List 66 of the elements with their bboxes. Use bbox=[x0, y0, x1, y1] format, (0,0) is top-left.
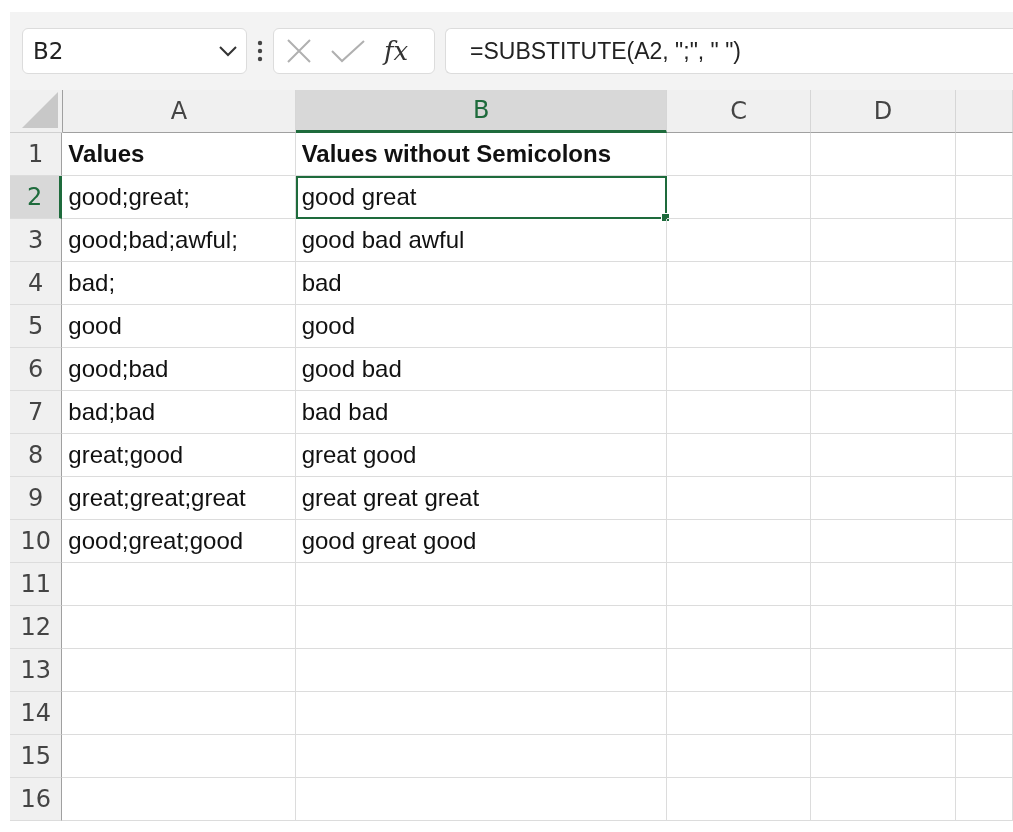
empty-cell bbox=[955, 262, 1013, 305]
formula-field[interactable]: =SUBSTITUTE(A2, ";", " ") bbox=[445, 28, 1013, 74]
table-cell: good;bad;awful; bbox=[62, 219, 296, 262]
empty-cell bbox=[955, 434, 1013, 477]
column-header[interactable]: D bbox=[811, 90, 956, 133]
row-header[interactable]: 15 bbox=[10, 735, 63, 778]
table-cell: great good bbox=[295, 434, 667, 477]
table-cell: great great great bbox=[295, 477, 667, 520]
table-cell: bad; bbox=[62, 262, 296, 305]
row-header[interactable]: 7 bbox=[10, 391, 63, 434]
row-header[interactable]: 11 bbox=[10, 563, 63, 606]
table-cell: Values bbox=[62, 133, 296, 176]
insert-function-button[interactable]: fx bbox=[384, 36, 409, 66]
empty-cell bbox=[955, 735, 1013, 778]
empty-cell bbox=[955, 692, 1013, 735]
row-header[interactable]: 9 bbox=[10, 477, 63, 520]
empty-cell bbox=[955, 563, 1013, 606]
row-header[interactable]: 14 bbox=[10, 692, 63, 735]
empty-cell bbox=[955, 606, 1013, 649]
table-cell: great;great;great bbox=[62, 477, 296, 520]
empty-cell bbox=[955, 477, 1013, 520]
empty-cell bbox=[955, 219, 1013, 262]
empty-cell bbox=[955, 778, 1013, 821]
row-header[interactable]: 10 bbox=[10, 520, 63, 563]
select-all-button[interactable] bbox=[10, 90, 63, 133]
column-header[interactable]: C bbox=[667, 90, 812, 133]
row-header[interactable]: 1 bbox=[10, 133, 63, 176]
checkmark-icon[interactable] bbox=[330, 39, 366, 63]
name-box[interactable]: B2 bbox=[22, 28, 247, 74]
column-header[interactable]: A bbox=[62, 90, 297, 133]
table-cell: good;bad bbox=[62, 348, 296, 391]
cancel-icon[interactable] bbox=[286, 38, 312, 64]
column-header[interactable]: B bbox=[296, 90, 668, 133]
row-header[interactable]: 5 bbox=[10, 305, 63, 348]
row-header[interactable]: 13 bbox=[10, 649, 63, 692]
chevron-down-icon bbox=[218, 45, 238, 57]
empty-cell bbox=[955, 391, 1013, 434]
column-header[interactable] bbox=[955, 90, 1013, 133]
row-header[interactable]: 8 bbox=[10, 434, 63, 477]
table-cell: great;good bbox=[62, 434, 296, 477]
table-cell: Values without Semicolons bbox=[295, 133, 667, 176]
table-cell: good bad bbox=[295, 348, 667, 391]
table-cell: good bad awful bbox=[295, 219, 667, 262]
empty-cell bbox=[955, 305, 1013, 348]
row-header[interactable]: 6 bbox=[10, 348, 63, 391]
empty-cell bbox=[955, 520, 1013, 563]
empty-cell bbox=[955, 133, 1013, 176]
table-cell: good bbox=[62, 305, 296, 348]
empty-cell bbox=[955, 649, 1013, 692]
row-header[interactable]: 3 bbox=[10, 219, 63, 262]
empty-cell bbox=[955, 348, 1013, 391]
table-cell: good bbox=[295, 305, 667, 348]
table-cell: bad bad bbox=[295, 391, 667, 434]
table-cell: good great good bbox=[295, 520, 667, 563]
table-cell: bad;bad bbox=[62, 391, 296, 434]
row-header[interactable]: 2 bbox=[10, 176, 63, 219]
more-icon[interactable] bbox=[257, 39, 263, 63]
row-header[interactable]: 4 bbox=[10, 262, 63, 305]
table-cell: good great bbox=[295, 176, 667, 219]
row-header[interactable]: 12 bbox=[10, 606, 63, 649]
empty-cell bbox=[955, 176, 1013, 219]
table-cell: bad bbox=[295, 262, 667, 305]
row-header[interactable]: 16 bbox=[10, 778, 63, 821]
fill-handle[interactable] bbox=[660, 213, 670, 222]
table-cell: good;great;good bbox=[62, 520, 296, 563]
table-cell: good;great; bbox=[62, 176, 296, 219]
